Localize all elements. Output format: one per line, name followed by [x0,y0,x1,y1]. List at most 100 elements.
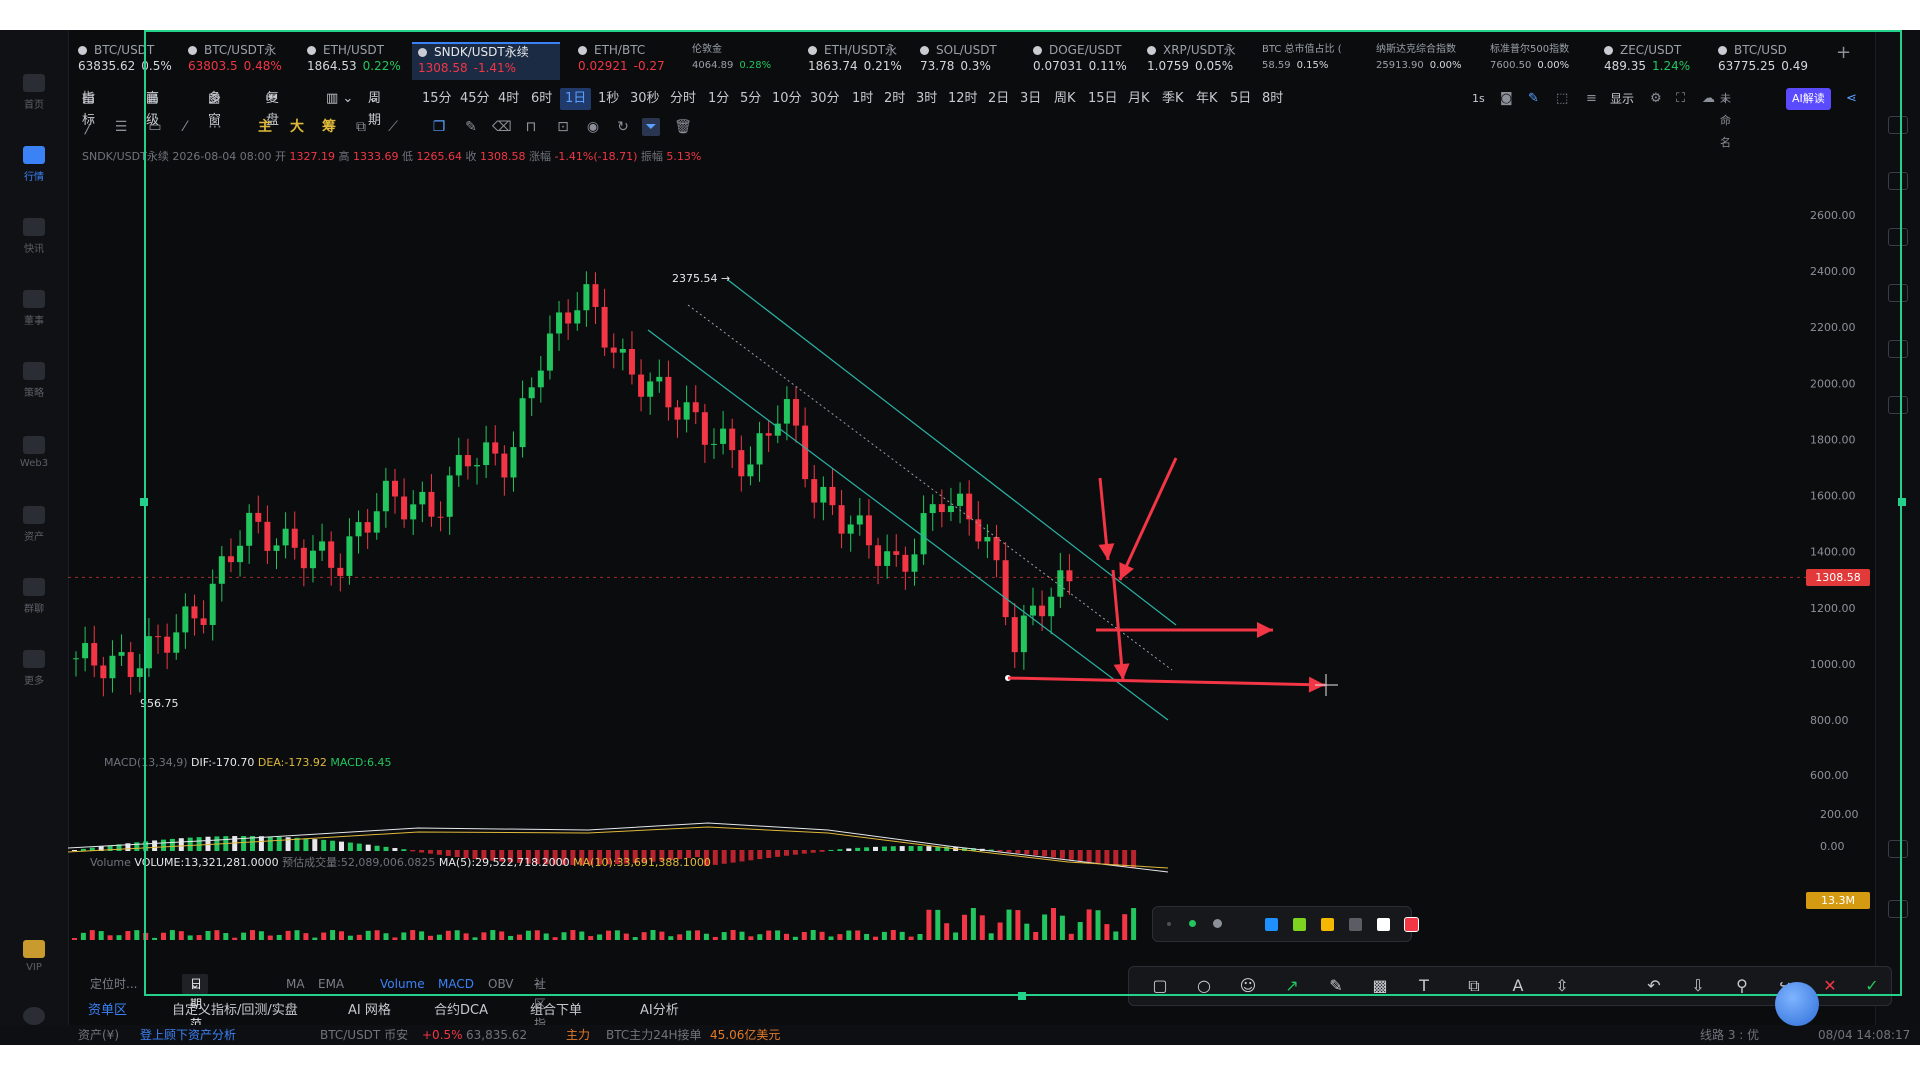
tab-btc-usdt-perp[interactable]: BTC/USDT永 63803.5 0.48% [188,42,296,78]
mosaic-icon[interactable]: ▩ [1369,975,1391,997]
color-green[interactable] [1293,918,1306,931]
nav-news[interactable]: 快讯 [0,210,68,262]
ai-interpret-button[interactable]: AI解读 [1786,88,1831,110]
tab-eth-btc[interactable]: ETH/BTC 0.02921 -0.27 [578,42,673,78]
lock-icon[interactable]: ⊡ [554,118,572,136]
tab-btc-dominance[interactable]: BTC 总市值占比 (58.59 0.15% [1262,42,1362,78]
confirm-icon[interactable]: ✓ [1861,975,1883,997]
color-yellow[interactable] [1321,918,1334,931]
assistant-bubble[interactable] [1775,982,1819,1026]
interval-week[interactable]: 周K [1054,88,1076,110]
bottom-tab-ai-grid[interactable]: AI 网格 [348,998,391,1024]
macd-toggle[interactable]: MACD [438,974,474,994]
interval-30m[interactable]: 30分 [810,88,840,110]
undo-icon[interactable]: ↶ [1643,975,1665,997]
tab-btc-usd[interactable]: BTC/USD 63775.25 0.49 [1718,42,1828,78]
interval-1d[interactable]: 1日 [560,88,592,110]
tab-btc-usdt[interactable]: BTC/USDT 63835.62 0.5% [78,42,174,78]
size-large[interactable] [1213,919,1222,928]
color-white[interactable] [1377,918,1390,931]
tab-eth-usdt[interactable]: ETH/USDT 1864.53 0.22% [307,42,405,78]
nav-more[interactable]: 更多 [0,642,68,694]
login-link[interactable]: 登上顾下资产分析 [140,1025,236,1045]
interval-4h[interactable]: 4时 [498,88,519,110]
download-icon[interactable]: ⇩ [1687,975,1709,997]
eye-icon[interactable]: ◉ [584,118,602,136]
size-small[interactable] [1167,922,1171,926]
tab-sol-usdt[interactable]: SOL/USDT 73.78 0.3% [920,42,1020,78]
pen-icon[interactable]: ✎ [1528,88,1539,110]
volume-toggle[interactable]: Volume [380,974,425,994]
ma-toggle[interactable]: MA [286,974,305,994]
interval-15m[interactable]: 15分 [422,88,452,110]
nav-vip[interactable]: VIP [0,930,68,982]
date-range-select[interactable]: 日期范围 ⌄ [182,974,209,1045]
line-icon[interactable]: ╱ [80,118,98,136]
cloud-icon[interactable]: ☁ [1702,88,1715,110]
ruler-icon[interactable]: ⟋ [384,118,402,136]
interval-3h[interactable]: 3时 [916,88,937,110]
circle-icon[interactable]: ○ [1193,975,1215,997]
hlines-icon[interactable]: ☰ [112,118,130,136]
arrow-icon[interactable]: ↗ [1281,975,1303,997]
price-chart[interactable]: 2600.00 2400.00 2200.00 2000.00 1800.00 1600.… [68,140,1876,945]
compare-icon[interactable] [1888,340,1908,358]
rect-icon[interactable]: ▭ [146,118,164,136]
interval-10m[interactable]: 10分 [772,88,802,110]
ocr-icon[interactable]: A [1507,975,1529,997]
display-button[interactable]: 显示 [1610,88,1634,110]
pin-icon[interactable]: ⚲ [1731,975,1753,997]
nav-home[interactable]: 首页 [0,66,68,118]
sync-icon[interactable]: ↻ [614,118,632,136]
close-icon[interactable]: ✕ [1819,975,1841,997]
tab-london-gold[interactable]: 伦敦金 4064.89 0.28% [692,42,782,78]
chart-settings-icon[interactable] [1888,172,1908,190]
scroll-capture-icon[interactable]: ⇳ [1551,975,1573,997]
tab-sp500[interactable]: 标准普尔500指数 7600.50 0.00% [1490,42,1590,78]
chart-type-button[interactable]: ▥ ⌄ [326,88,353,110]
interval-8h[interactable]: 8时 [1262,88,1283,110]
size-medium[interactable] [1189,920,1196,927]
interval-30s[interactable]: 30秒 [630,88,660,110]
interval-1m[interactable]: 1分 [708,88,729,110]
more-icon[interactable]: ⋯ [206,118,224,136]
share-icon[interactable]: ⋖ [1846,88,1857,110]
nav-assets[interactable]: 资产 [0,498,68,550]
interval-45m[interactable]: 45分 [460,88,490,110]
interval-1s[interactable]: 1秒 [598,88,619,110]
magnet-icon[interactable]: ⊓ [522,118,540,136]
refresh-icon[interactable] [1888,900,1908,918]
pencil-icon[interactable]: ✎ [462,118,480,136]
period-select[interactable]: 周期 ⌄ [368,88,381,128]
text-icon[interactable]: T [1413,975,1435,997]
tab-nasdaq[interactable]: 纳斯达克综合指数 25913.90 0.00% [1376,42,1476,78]
main-indicator-button[interactable]: 主 [256,118,274,136]
interval-3d[interactable]: 3日 [1020,88,1041,110]
layout-name[interactable]: 未命名 ⌄ [1720,88,1731,149]
refresh-interval[interactable]: 1s [1472,88,1485,110]
alert-icon[interactable] [1888,396,1908,414]
crop-icon[interactable]: ⬚ [1556,88,1568,110]
fullscreen-icon[interactable]: ⛶ [1676,88,1685,110]
tab-xrp-usdt-perp[interactable]: XRP/USDT永 1.0759 0.05% [1147,42,1247,78]
selection-handle[interactable] [1898,498,1906,506]
color-gray[interactable] [1349,918,1362,931]
chip-button[interactable]: 筹 [320,118,338,136]
copy-icon[interactable]: ⧉ [352,118,370,136]
interval-quarter[interactable]: 季K [1162,88,1184,110]
emoji-icon[interactable]: ☺ [1237,975,1259,997]
interval-12h[interactable]: 12时 [948,88,978,110]
rectangle-icon[interactable]: ▢ [1149,975,1171,997]
interval-15d[interactable]: 15日 [1088,88,1118,110]
interval-2h[interactable]: 2时 [884,88,905,110]
panel-icon[interactable] [1888,840,1908,858]
eraser-icon[interactable]: ⌫ [492,118,512,136]
locate-time-button[interactable]: 定位时... [90,974,137,994]
add-tab-button[interactable]: + [1836,42,1856,78]
interval-tick[interactable]: 分时 [670,88,696,110]
layers-icon[interactable]: ≡ [1586,88,1597,110]
nav-board[interactable]: 董事 [0,282,68,334]
calendar-icon[interactable] [1888,284,1908,302]
selection-handle[interactable] [1018,992,1026,1000]
obv-toggle[interactable]: OBV [488,974,514,994]
